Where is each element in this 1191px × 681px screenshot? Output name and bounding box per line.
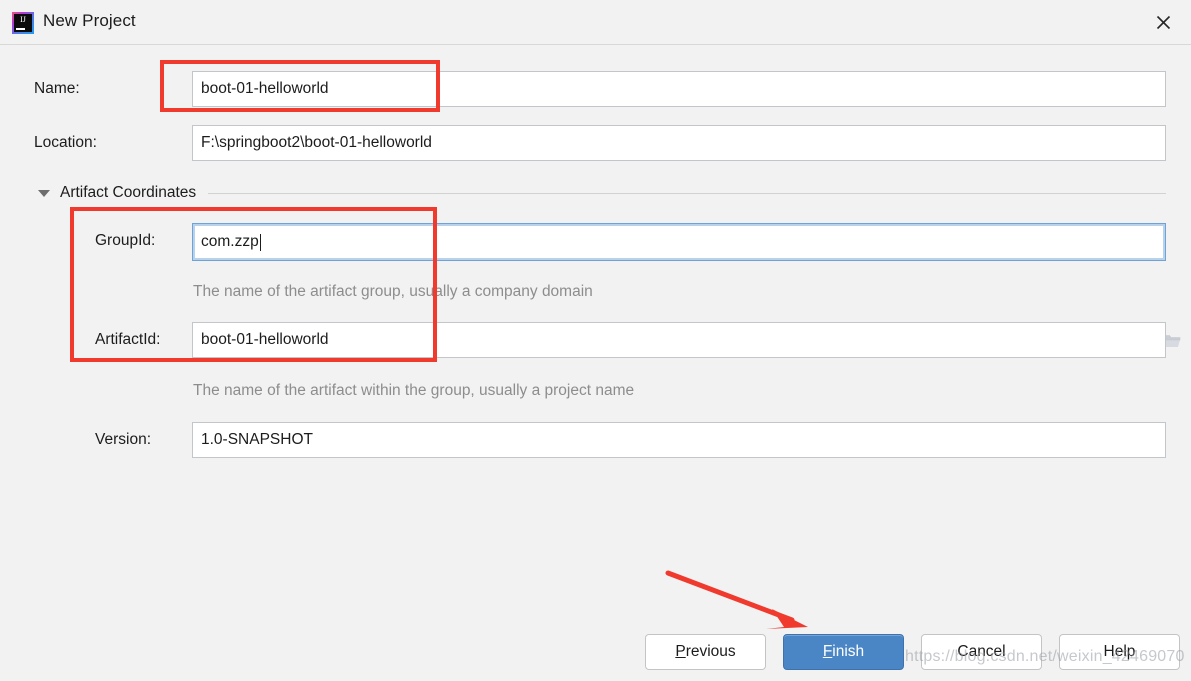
window-title: New Project — [43, 11, 136, 30]
section-divider — [208, 192, 1166, 194]
logo-underbar — [16, 28, 25, 30]
group-id-input[interactable]: com.zzp — [192, 223, 1166, 261]
previous-button-label: revious — [685, 643, 736, 660]
version-label: Version: — [95, 431, 152, 448]
finish-button[interactable]: Finish — [783, 634, 904, 670]
name-input[interactable]: boot-01-helloworld — [192, 71, 1166, 107]
chevron-down-icon[interactable] — [38, 189, 50, 197]
group-id-hint: The name of the artifact group, usually … — [193, 283, 593, 300]
section-title: Artifact Coordinates — [60, 184, 197, 201]
artifact-coordinates-section-header[interactable]: Artifact Coordinates — [38, 182, 1166, 204]
previous-button-mnemonic: P — [675, 643, 686, 660]
close-button[interactable] — [1143, 5, 1183, 39]
location-input[interactable]: F:\springboot2\boot-01-helloworld — [192, 125, 1166, 161]
cancel-button[interactable]: Cancel — [921, 634, 1042, 670]
annotation-arrow-to-finish — [665, 570, 808, 629]
artifact-id-input[interactable]: boot-01-helloworld — [192, 322, 1166, 358]
close-icon — [1156, 15, 1170, 29]
finish-button-label: inish — [832, 643, 865, 660]
logo-letters: IJ — [20, 15, 26, 24]
group-id-value: com.zzp — [201, 233, 259, 250]
artifact-id-label: ArtifactId: — [95, 331, 161, 348]
artifact-id-hint: The name of the artifact within the grou… — [193, 382, 635, 399]
previous-button[interactable]: Previous — [645, 634, 766, 670]
text-caret — [259, 233, 261, 251]
finish-button-mnemonic: F — [822, 643, 833, 660]
name-label: Name: — [34, 80, 80, 97]
title-bar: IJ New Project — [0, 0, 1191, 45]
help-button[interactable]: Help — [1059, 634, 1180, 670]
location-label: Location: — [34, 134, 97, 151]
group-id-label: GroupId: — [95, 232, 156, 249]
intellij-idea-logo-icon: IJ — [12, 12, 34, 34]
version-input[interactable]: 1.0-SNAPSHOT — [192, 422, 1166, 458]
